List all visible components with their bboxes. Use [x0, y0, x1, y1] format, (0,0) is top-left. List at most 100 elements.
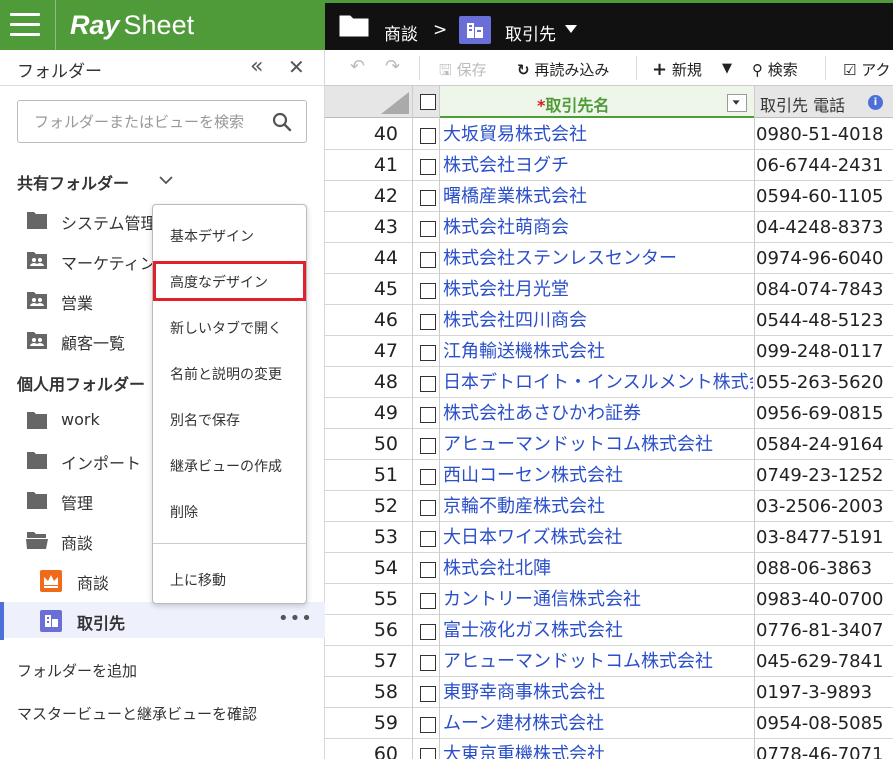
row-checkbox[interactable]: [420, 345, 436, 361]
phone-cell[interactable]: 06-6744-2431: [756, 150, 893, 181]
select-all-checkbox[interactable]: [420, 94, 436, 110]
account-name-cell[interactable]: 西山コーセン株式会社: [443, 460, 753, 491]
phone-cell[interactable]: 03-8477-5191: [756, 522, 893, 553]
row-checkbox[interactable]: [420, 314, 436, 330]
reload-button[interactable]: ↻ 再読み込み: [517, 59, 609, 80]
row-number[interactable]: 47: [325, 336, 412, 367]
row-checkbox[interactable]: [420, 500, 436, 516]
table-row[interactable]: 57 アヒューマンドットコム株式会社 045-629-7841: [325, 646, 893, 677]
phone-cell[interactable]: 0983-40-0700: [756, 584, 893, 615]
row-checkbox[interactable]: [420, 748, 436, 759]
account-name-cell[interactable]: 大東京重機株式会社: [443, 739, 753, 759]
row-number[interactable]: 43: [325, 212, 412, 243]
row-checkbox[interactable]: [420, 593, 436, 609]
phone-cell[interactable]: 099-248-0117: [756, 336, 893, 367]
menu-item[interactable]: 基本デザイン: [153, 217, 306, 253]
account-name-cell[interactable]: 株式会社あさひかわ証券: [443, 398, 753, 429]
phone-cell[interactable]: 055-263-5620: [756, 367, 893, 398]
phone-cell[interactable]: 0594-60-1105: [756, 181, 893, 212]
row-number[interactable]: 55: [325, 584, 412, 615]
account-name-cell[interactable]: 富士液化ガス株式会社: [443, 615, 753, 646]
row-number[interactable]: 60: [325, 739, 412, 759]
account-name-cell[interactable]: 京輪不動産株式会社: [443, 491, 753, 522]
table-row[interactable]: 58 東野幸商事株式会社 0197-3-9893: [325, 677, 893, 708]
phone-cell[interactable]: 03-2506-2003: [756, 491, 893, 522]
folder-search-input[interactable]: [18, 101, 268, 142]
phone-cell[interactable]: 045-629-7841: [756, 646, 893, 677]
redo-icon[interactable]: ↷: [385, 56, 400, 77]
row-checkbox[interactable]: [420, 469, 436, 485]
search-icon[interactable]: [272, 112, 292, 132]
row-checkbox[interactable]: [420, 128, 436, 144]
row-number[interactable]: 42: [325, 181, 412, 212]
table-row[interactable]: 46 株式会社四川商会 0544-48-5123: [325, 305, 893, 336]
close-icon[interactable]: ✕: [288, 55, 305, 79]
phone-cell[interactable]: 0954-08-5085: [756, 708, 893, 739]
table-row[interactable]: 43 株式会社萌商会 04-4248-8373: [325, 212, 893, 243]
row-checkbox[interactable]: [420, 159, 436, 175]
account-name-cell[interactable]: 株式会社四川商会: [443, 305, 753, 336]
row-number[interactable]: 54: [325, 553, 412, 584]
new-record-button[interactable]: + 新規: [652, 59, 702, 80]
phone-cell[interactable]: 04-4248-8373: [756, 212, 893, 243]
row-number[interactable]: 48: [325, 367, 412, 398]
phone-cell[interactable]: 0956-69-0815: [756, 398, 893, 429]
phone-cell[interactable]: 0197-3-9893: [756, 677, 893, 708]
row-number[interactable]: 49: [325, 398, 412, 429]
account-name-cell[interactable]: 江角輸送機株式会社: [443, 336, 753, 367]
row-checkbox[interactable]: [420, 252, 436, 268]
account-name-cell[interactable]: 東野幸商事株式会社: [443, 677, 753, 708]
personal-folders-heading[interactable]: 個人用フォルダー: [17, 371, 145, 395]
table-row[interactable]: 51 西山コーセン株式会社 0749-23-1252: [325, 460, 893, 491]
account-name-cell[interactable]: アヒューマンドットコム株式会社: [443, 429, 753, 460]
collapse-panel-icon[interactable]: «: [250, 54, 264, 79]
menu-item[interactable]: 削除: [153, 493, 306, 529]
row-number[interactable]: 59: [325, 708, 412, 739]
add-folder-link[interactable]: フォルダーを追加: [17, 660, 137, 681]
table-row[interactable]: 44 株式会社ステンレスセンター 0974-96-6040: [325, 243, 893, 274]
phone-cell[interactable]: 0776-81-3407: [756, 615, 893, 646]
row-number[interactable]: 44: [325, 243, 412, 274]
breadcrumb-view[interactable]: 取引先: [505, 20, 556, 45]
undo-icon[interactable]: ↶: [350, 56, 365, 77]
account-name-cell[interactable]: 株式会社ヨグチ: [443, 150, 753, 181]
menu-item-move-up[interactable]: 上に移動: [153, 561, 306, 597]
table-row[interactable]: 56 富士液化ガス株式会社 0776-81-3407: [325, 615, 893, 646]
table-row[interactable]: 40 大坂貿易株式会社 0980-51-4018: [325, 119, 893, 150]
row-number[interactable]: 40: [325, 119, 412, 150]
check-views-link[interactable]: マスタービューと継承ビューを確認: [17, 703, 257, 724]
table-row[interactable]: 42 曙橋産業株式会社 0594-60-1105: [325, 181, 893, 212]
phone-cell[interactable]: 0778-46-7071: [756, 739, 893, 759]
column-menu-button[interactable]: [727, 94, 747, 112]
row-checkbox[interactable]: [420, 190, 436, 206]
select-all-corner-icon[interactable]: [381, 92, 409, 114]
table-row[interactable]: 45 株式会社月光堂 084-074-7843: [325, 274, 893, 305]
save-button[interactable]: 🖫 保存: [439, 59, 487, 85]
row-checkbox[interactable]: [420, 531, 436, 547]
table-row[interactable]: 47 江角輸送機株式会社 099-248-0117: [325, 336, 893, 367]
phone-cell[interactable]: 0974-96-6040: [756, 243, 893, 274]
menu-item[interactable]: 継承ビューの作成: [153, 447, 306, 483]
phone-cell[interactable]: 088-06-3863: [756, 553, 893, 584]
row-checkbox[interactable]: [420, 438, 436, 454]
table-row[interactable]: 53 大日本ワイズ株式会社 03-8477-5191: [325, 522, 893, 553]
account-name-cell[interactable]: 曙橋産業株式会社: [443, 181, 753, 212]
more-options-icon[interactable]: •••: [278, 608, 313, 629]
new-dropdown-icon[interactable]: ▼: [722, 61, 732, 76]
table-row[interactable]: 41 株式会社ヨグチ 06-6744-2431: [325, 150, 893, 181]
phone-cell[interactable]: 0544-48-5123: [756, 305, 893, 336]
row-checkbox[interactable]: [420, 655, 436, 671]
table-row[interactable]: 50 アヒューマンドットコム株式会社 0584-24-9164: [325, 429, 893, 460]
row-number[interactable]: 45: [325, 274, 412, 305]
table-row[interactable]: 54 株式会社北陣 088-06-3863: [325, 553, 893, 584]
sidebar-item[interactable]: 取引先 •••: [0, 602, 325, 640]
phone-cell[interactable]: 0584-24-9164: [756, 429, 893, 460]
row-checkbox[interactable]: [420, 376, 436, 392]
phone-cell[interactable]: 084-074-7843: [756, 274, 893, 305]
phone-cell[interactable]: 0980-51-4018: [756, 119, 893, 150]
account-name-cell[interactable]: 大坂貿易株式会社: [443, 119, 753, 150]
row-number[interactable]: 52: [325, 491, 412, 522]
caret-down-icon[interactable]: [565, 24, 577, 34]
account-name-cell[interactable]: アヒューマンドットコム株式会社: [443, 646, 753, 677]
column-header-tel[interactable]: 取引先 電話: [760, 92, 845, 116]
